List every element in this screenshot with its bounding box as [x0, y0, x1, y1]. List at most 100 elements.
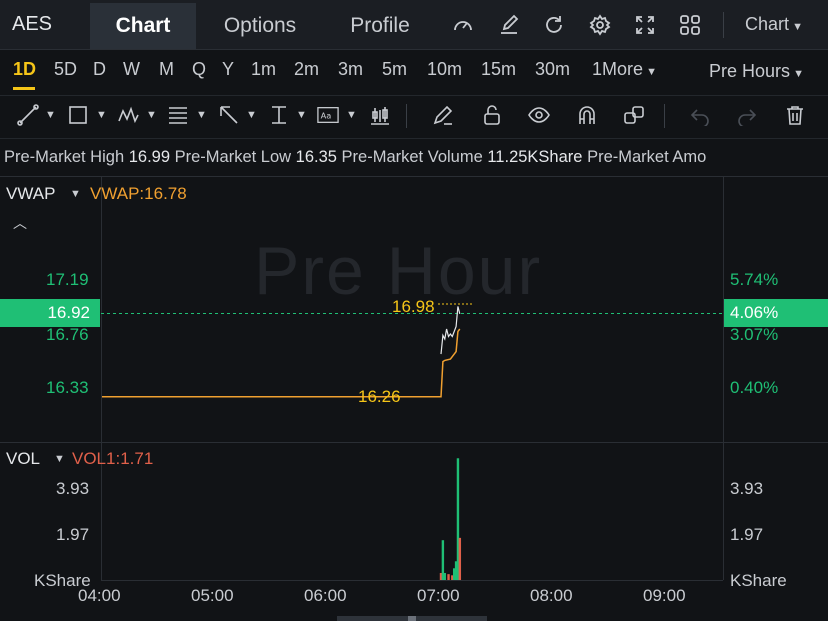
tab-chart[interactable]: Chart [90, 3, 196, 49]
chevron-down-icon[interactable]: ▼ [70, 188, 81, 200]
fullscreen-icon[interactable] [634, 14, 656, 36]
grid-icon[interactable] [679, 14, 701, 36]
pre-market-amount-label: Pre-Market Amo [587, 148, 707, 166]
vwap-indicator-label[interactable]: VWAP [6, 184, 55, 204]
vol-tick-right-1-97: 1.97 [730, 525, 764, 544]
period-15m[interactable]: 15m [481, 59, 516, 80]
divider [664, 104, 665, 128]
chevron-down-icon[interactable]: ▼ [45, 109, 56, 121]
period-q[interactable]: Q [192, 59, 206, 80]
period-1d[interactable]: 1D [13, 59, 36, 80]
trash-icon[interactable] [784, 104, 806, 126]
period-w[interactable]: W [123, 59, 140, 80]
candle-tool-icon[interactable] [369, 104, 391, 126]
pre-market-volume-value: 11.25KShare [487, 148, 583, 166]
chevron-down-icon[interactable]: ▼ [346, 109, 357, 121]
chevron-down-icon[interactable]: ▼ [54, 453, 65, 465]
vol-indicator-label[interactable]: VOL [6, 449, 40, 469]
chevron-down-icon[interactable]: ▼ [96, 109, 107, 121]
eye-icon[interactable] [528, 104, 550, 126]
chevron-down-icon: ▼ [643, 66, 657, 78]
vol-tick-right-3-93: 3.93 [730, 479, 764, 498]
chevron-down-icon: ▼ [789, 21, 803, 33]
link-icon[interactable] [623, 104, 645, 126]
arrow-tool-icon[interactable] [218, 104, 240, 126]
vwap-value: VWAP:16.78 [90, 184, 187, 203]
pre-market-volume-label: Pre-Market Volume [341, 148, 483, 166]
session-label: Pre Hours [709, 61, 791, 81]
current-change-badge: 4.06% [724, 299, 828, 327]
chart-type-dropdown[interactable]: Chart ▼ [745, 14, 803, 35]
time-tick-0700: 07:00 [417, 586, 460, 605]
tab-profile[interactable]: Profile [330, 3, 430, 49]
pre-market-low-label: Pre-Market Low [174, 148, 292, 166]
unlock-icon[interactable] [481, 104, 503, 126]
time-tick-0400: 04:00 [78, 586, 121, 605]
current-price-badge: 16.92 [0, 299, 100, 327]
period-10m[interactable]: 10m [427, 59, 462, 80]
volume-bar [443, 572, 446, 580]
pre-market-low-value: 16.35 [295, 148, 337, 166]
scrollbar-grip[interactable] [408, 616, 416, 621]
rectangle-tool-icon[interactable] [67, 104, 89, 126]
collapse-chevron-up-icon[interactable]: ︿ [13, 213, 27, 233]
edit-icon[interactable] [498, 14, 520, 36]
divider [723, 12, 724, 38]
divider [406, 104, 407, 128]
time-tick-0600: 06:00 [304, 586, 347, 605]
period-5d[interactable]: 5D [54, 59, 77, 80]
period-5m[interactable]: 5m [382, 59, 407, 80]
period-more-label: 1More [592, 59, 644, 79]
pencil-icon[interactable] [432, 104, 454, 126]
period-30m[interactable]: 30m [535, 59, 570, 80]
volume-bar [447, 574, 450, 580]
trendline-tool-icon[interactable] [17, 104, 39, 126]
time-tick-0900: 09:00 [643, 586, 686, 605]
price-tick-16-33: 16.33 [46, 378, 89, 397]
pre-market-high-value: 16.99 [128, 148, 171, 166]
current-price: 16.92 [47, 303, 90, 322]
time-tick-0800: 08:00 [530, 586, 573, 605]
time-tick-0500: 05:00 [191, 586, 234, 605]
chevron-down-icon[interactable]: ▼ [196, 109, 207, 121]
pct-tick-5-74: 5.74% [730, 270, 779, 289]
gauge-icon[interactable] [452, 14, 474, 36]
pct-tick-3-07: 3.07% [730, 325, 779, 344]
fib-tool-icon[interactable] [167, 104, 189, 126]
chart-type-label: Chart [745, 14, 790, 34]
vol-tick-3-93: 3.93 [56, 479, 90, 498]
chevron-down-icon[interactable]: ▼ [296, 109, 307, 121]
magnet-icon[interactable] [576, 104, 598, 126]
price-volume-chart[interactable] [0, 176, 828, 606]
redo-icon[interactable] [736, 104, 758, 128]
chevron-down-icon[interactable]: ▼ [246, 109, 257, 121]
pct-tick-0-40: 0.40% [730, 378, 779, 397]
session-dropdown[interactable]: Pre Hours ▼ [709, 61, 804, 82]
vol-unit-right: KShare [730, 571, 787, 590]
current-change: 4.06% [730, 303, 779, 322]
chevron-down-icon[interactable]: ▼ [146, 109, 157, 121]
period-y[interactable]: Y [222, 59, 234, 80]
period-3m[interactable]: 3m [338, 59, 363, 80]
period-d[interactable]: D [93, 59, 106, 80]
vol-value: VOL1:1.71 [72, 449, 154, 468]
refresh-icon[interactable] [543, 14, 565, 36]
pre-market-info: Pre-Market High 16.99 Pre-Market Low 16.… [4, 148, 706, 167]
ticker-symbol: AES [12, 13, 53, 35]
period-m[interactable]: M [159, 59, 174, 80]
vwap-line [102, 328, 461, 398]
price-tick-16-76: 16.76 [46, 325, 89, 344]
text-tool-icon[interactable]: Aa [317, 104, 341, 126]
vol-tick-1-97: 1.97 [56, 525, 90, 544]
tab-options[interactable]: Options [205, 3, 315, 49]
period-more-dropdown[interactable]: 1More ▼ [592, 59, 657, 80]
undo-icon[interactable] [689, 104, 711, 128]
active-period-underline [13, 87, 35, 90]
svg-text:Aa: Aa [321, 111, 332, 121]
high-marker-label: 16.98 [392, 297, 435, 316]
period-2m[interactable]: 2m [294, 59, 319, 80]
settings-icon[interactable] [589, 14, 611, 36]
wave-tool-icon[interactable] [117, 104, 139, 126]
period-1m[interactable]: 1m [251, 59, 276, 80]
measure-tool-icon[interactable] [268, 104, 290, 126]
